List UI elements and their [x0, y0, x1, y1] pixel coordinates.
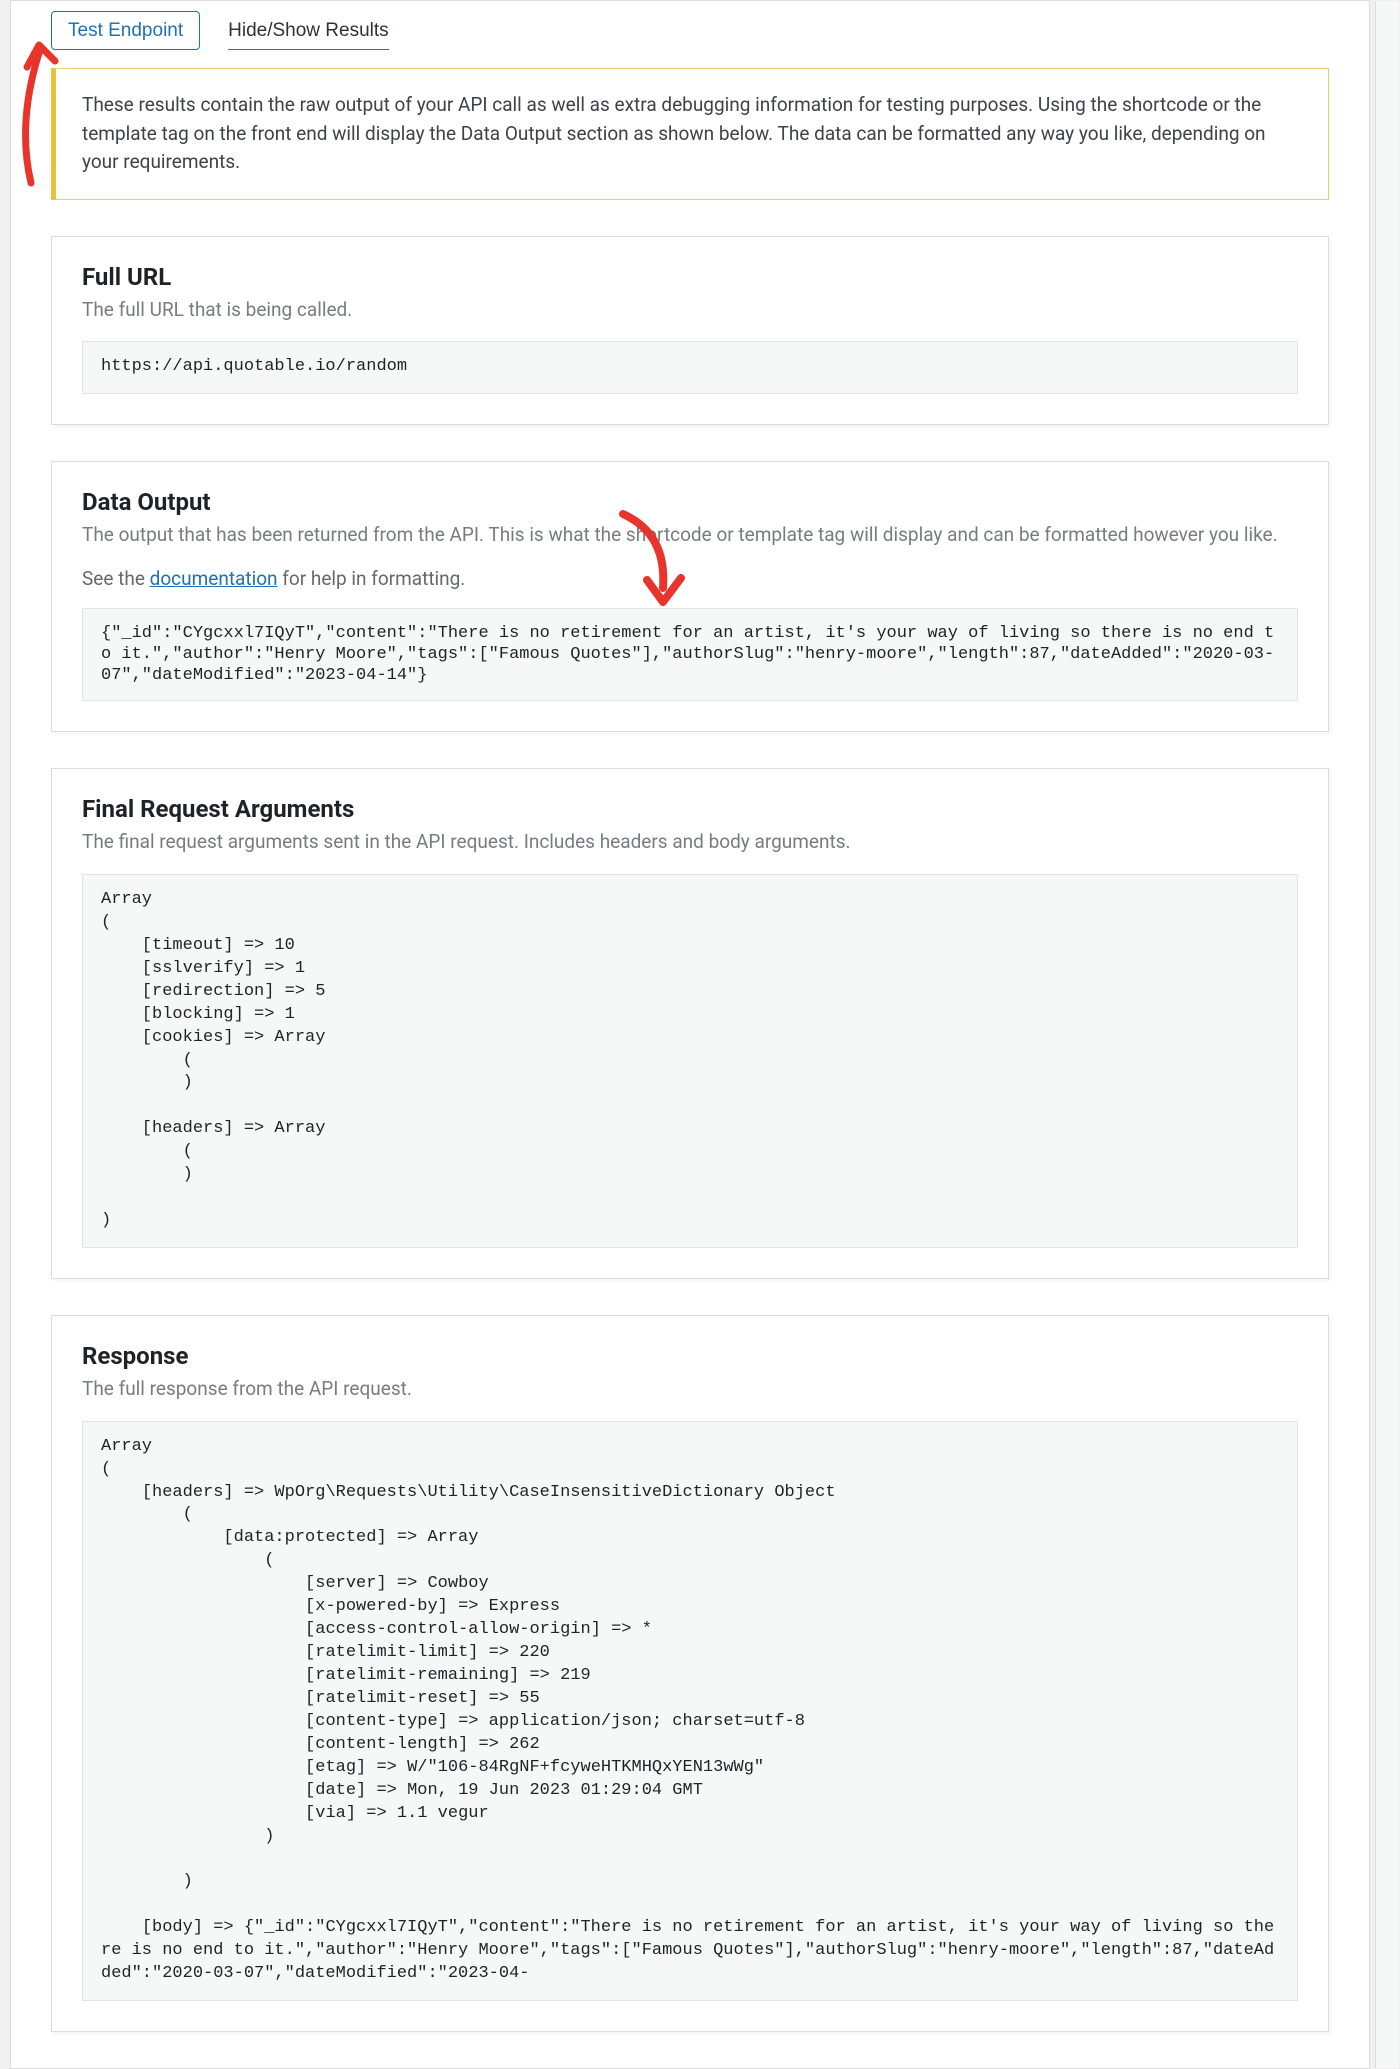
panel-title: Full URL: [82, 263, 1298, 291]
panel-full-url: Full URL The full URL that is being call…: [51, 236, 1329, 426]
scrollbar-track[interactable]: [1375, 1, 1399, 2068]
panel-final-request: Final Request Arguments The final reques…: [51, 768, 1329, 1279]
documentation-link[interactable]: documentation: [150, 567, 278, 590]
code-output: Array ( [timeout] => 10 [sslverify] => 1…: [82, 874, 1298, 1248]
panel-title: Final Request Arguments: [82, 795, 1298, 823]
panel-subtitle: The full response from the API request.: [82, 1376, 1298, 1403]
panel-subtitle: The final request arguments sent in the …: [82, 829, 1298, 856]
hide-show-results-button[interactable]: Hide/Show Results: [228, 11, 389, 50]
test-endpoint-button[interactable]: Test Endpoint: [51, 11, 200, 50]
panel-helptext: See the documentation for help in format…: [82, 567, 1298, 590]
panel-subtitle: The full URL that is being called.: [82, 297, 1298, 324]
info-notice: These results contain the raw output of …: [51, 68, 1329, 200]
help-suffix: for help in formatting.: [278, 567, 466, 590]
panel-title: Data Output: [82, 488, 1298, 516]
panel-response: Response The full response from the API …: [51, 1315, 1329, 2032]
panel-title: Response: [82, 1342, 1298, 1370]
panel-data-output: Data Output The output that has been ret…: [51, 461, 1329, 732]
tab-row: Test Endpoint Hide/Show Results: [51, 11, 1329, 68]
results-container: Test Endpoint Hide/Show Results These re…: [10, 0, 1370, 2069]
panel-subtitle: The output that has been returned from t…: [82, 522, 1298, 549]
code-output: Array ( [headers] => WpOrg\Requests\Util…: [82, 1421, 1298, 2002]
code-output: https://api.quotable.io/random: [82, 341, 1298, 394]
help-prefix: See the: [82, 567, 150, 590]
code-output: {"_id":"CYgcxxl7IQyT","content":"There i…: [82, 608, 1298, 702]
